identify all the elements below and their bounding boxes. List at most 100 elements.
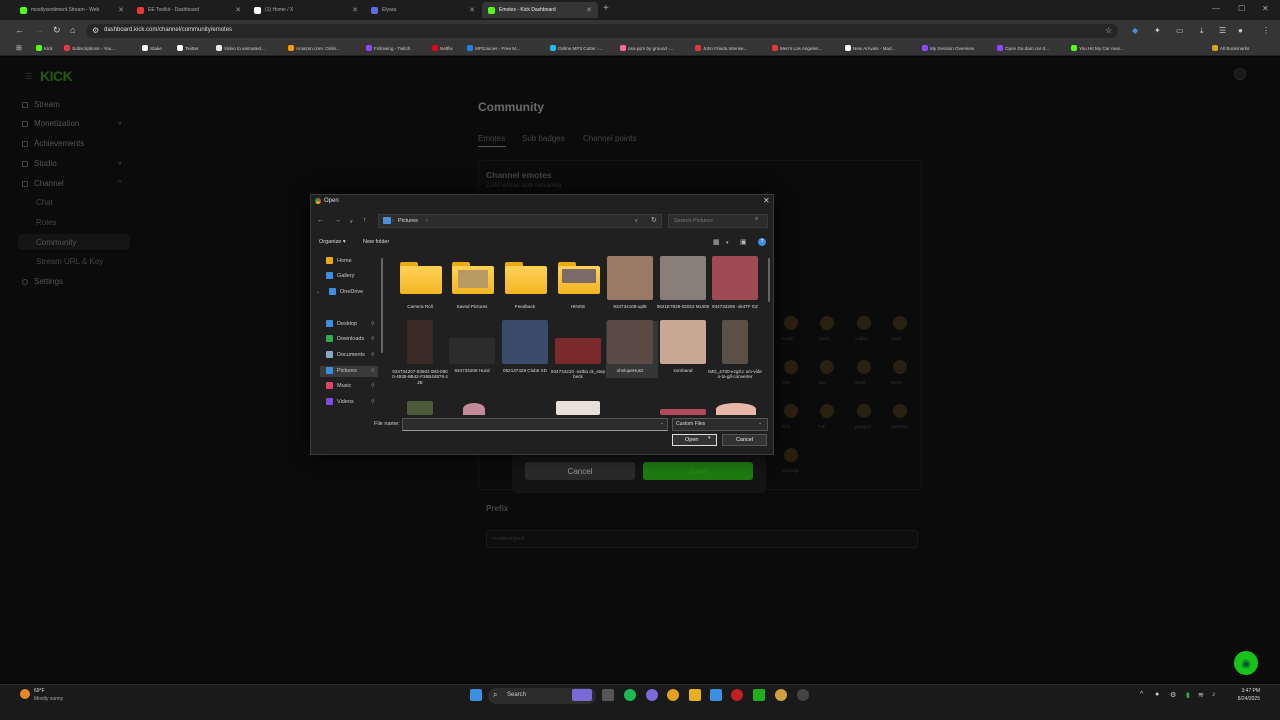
emote-thumbnail[interactable] (784, 360, 798, 374)
bookmark-item[interactable]: Online MP3 Cutter -... (550, 45, 602, 51)
up-folder-icon[interactable]: ↑ (363, 217, 367, 224)
emote-thumbnail[interactable] (784, 316, 798, 330)
browser-tab[interactable]: EE Toolkit - Dashboard ✕ (131, 2, 247, 18)
apps-grid-icon[interactable]: ⊞ (16, 44, 22, 52)
emote-thumbnail[interactable] (820, 404, 834, 418)
emote-thumbnail[interactable] (857, 360, 871, 374)
new-folder-button[interactable]: New folder (363, 239, 389, 245)
more-icon[interactable]: ⋮ (1262, 26, 1270, 35)
view-options-icon[interactable]: ▦ (713, 238, 720, 246)
sidebar-chevron-icon[interactable]: v (118, 160, 122, 167)
sidebar-item[interactable]: Monetization (22, 119, 79, 128)
all-bookmarks[interactable]: All Bookmarks (1212, 45, 1249, 51)
bookmark-item[interactable]: MP3Juices - Free M... (467, 45, 520, 51)
file-name-input[interactable] (402, 418, 668, 431)
pin-icon[interactable]: ⚲ (371, 336, 375, 342)
file-thumbnail-partial[interactable] (660, 409, 706, 415)
emote-thumbnail[interactable] (820, 360, 834, 374)
tab-sub-badges[interactable]: Sub badges (522, 134, 565, 143)
address-bar[interactable] (86, 24, 1118, 38)
pin-icon[interactable]: ⚲ (371, 399, 375, 405)
bookmark-item[interactable]: Stake (142, 45, 162, 51)
file-item[interactable]: 0621E7828-02022 MU00I (657, 256, 709, 316)
pin-icon[interactable]: ⚲ (371, 383, 375, 389)
weather-sun-icon[interactable] (20, 689, 30, 699)
tray-battery-icon[interactable]: ▮ (1186, 691, 1190, 699)
file-item[interactable]: somband (658, 320, 708, 380)
browser-tab[interactable]: (1) Home / X ✕ (248, 2, 364, 18)
wifi-icon[interactable]: ≋ (1198, 691, 1204, 699)
sidebar-sub-item[interactable]: Roles (36, 218, 56, 227)
tab-close-icon[interactable]: ✕ (586, 6, 592, 14)
sidebar-item[interactable]: Channel (22, 179, 64, 188)
sidebar-sub-item[interactable]: Chat (36, 198, 53, 207)
refresh-icon[interactable]: ↻ (651, 216, 657, 224)
file-item[interactable]: 062137428 Club5 XD (500, 320, 550, 380)
sidebar-item-settings[interactable]: Settings (22, 277, 63, 286)
nav-item[interactable]: Music (326, 382, 351, 389)
nav-item[interactable]: Pictures (326, 367, 357, 374)
minimize-button[interactable]: — (1212, 4, 1220, 13)
organize-menu[interactable]: Organize ▾ (319, 239, 346, 245)
browser-tab[interactable]: mostlysentiment Stream - Web ✕ (14, 2, 130, 18)
emote-thumbnail[interactable] (784, 448, 798, 462)
discord-icon[interactable] (646, 689, 658, 701)
bookmark-item[interactable]: Subscriptions - You... (64, 45, 115, 51)
forward-button[interactable]: → (35, 25, 44, 35)
file-thumbnail-partial[interactable] (407, 401, 433, 415)
save-button[interactable]: Save (643, 462, 753, 480)
tab-channel-points[interactable]: Channel points (583, 134, 636, 143)
expand-onedrive-icon[interactable]: › (317, 290, 319, 296)
dialog-forward-icon[interactable]: → (334, 217, 341, 224)
menu-icon[interactable]: ☰ (1219, 26, 1226, 35)
clock-date[interactable]: 8/24/2025 (1228, 696, 1260, 702)
open-split-dropdown-icon[interactable]: ▾ (708, 435, 711, 441)
file-item[interactable]: Feedback (500, 256, 550, 316)
nav-item[interactable]: OneDrive (329, 288, 363, 295)
emote-thumbnail[interactable] (893, 404, 907, 418)
reload-button[interactable]: ↻ (53, 25, 61, 36)
back-button[interactable]: ← (15, 25, 24, 35)
chrome-active-icon[interactable] (775, 689, 787, 701)
view-dropdown-icon[interactable]: ▾ (726, 240, 729, 246)
bookmark-item[interactable]: You Hit My Car near... (1071, 45, 1124, 51)
task-view-icon[interactable] (602, 689, 614, 701)
nav-item[interactable]: Videos (326, 398, 354, 405)
bookmark-item[interactable]: Following - Twitch (366, 45, 410, 51)
nav-item[interactable]: Downloads (326, 335, 364, 342)
app-icon-red[interactable] (731, 689, 743, 701)
bookmark-item[interactable]: Kick (36, 45, 53, 51)
spotify-icon[interactable] (624, 689, 636, 701)
path-segment-pictures[interactable]: Pictures (398, 218, 418, 224)
maximize-button[interactable]: ☐ (1238, 4, 1245, 13)
sidebar-chevron-icon[interactable]: ^ (118, 180, 121, 187)
browser-tab[interactable]: Emotes - Kick Dashboard ✕ (482, 2, 598, 18)
new-tab-button[interactable]: + (603, 3, 609, 14)
file-item[interactable]: 934734208 Huzd (447, 320, 497, 380)
bookmark-item[interactable]: Netflix (432, 45, 453, 51)
close-window-button[interactable]: ✕ (1262, 4, 1269, 13)
dialog-cancel-button[interactable]: Cancel (722, 434, 767, 446)
emote-thumbnail[interactable] (893, 360, 907, 374)
photos-icon[interactable] (710, 689, 722, 701)
bookmark-item[interactable]: Open Da dam car d... (997, 45, 1049, 51)
nav-item[interactable]: Gallery (326, 272, 354, 279)
bookmark-item[interactable]: osu-pp's by ground -... (620, 45, 674, 51)
clock-time[interactable]: 3:47 PM (1232, 688, 1260, 694)
file-thumbnail-partial[interactable] (556, 401, 600, 415)
tray-settings-icon[interactable]: ⚙ (1170, 691, 1176, 699)
nav-scrollbar[interactable] (381, 258, 383, 353)
dialog-back-icon[interactable]: ← (317, 217, 324, 224)
tab-close-icon[interactable]: ✕ (235, 6, 241, 14)
sidebar-item[interactable]: Stream (22, 100, 60, 109)
bookmark-item[interactable]: Video to animated... (216, 45, 265, 51)
file-item[interactable]: 934734205 -ok4TF EZ (710, 256, 760, 316)
path-dropdown-icon[interactable]: v (635, 218, 638, 224)
site-info-icon[interactable]: ⚙ (92, 26, 99, 35)
emote-thumbnail[interactable] (857, 316, 871, 330)
home-icon[interactable]: ⌂ (70, 25, 75, 35)
tab-close-icon[interactable]: ✕ (118, 6, 124, 14)
tray-app-icon[interactable]: ● (1155, 691, 1159, 698)
sidebar-item[interactable]: Achievements (22, 139, 84, 148)
bookmark-item[interactable]: Twitter (177, 45, 199, 51)
